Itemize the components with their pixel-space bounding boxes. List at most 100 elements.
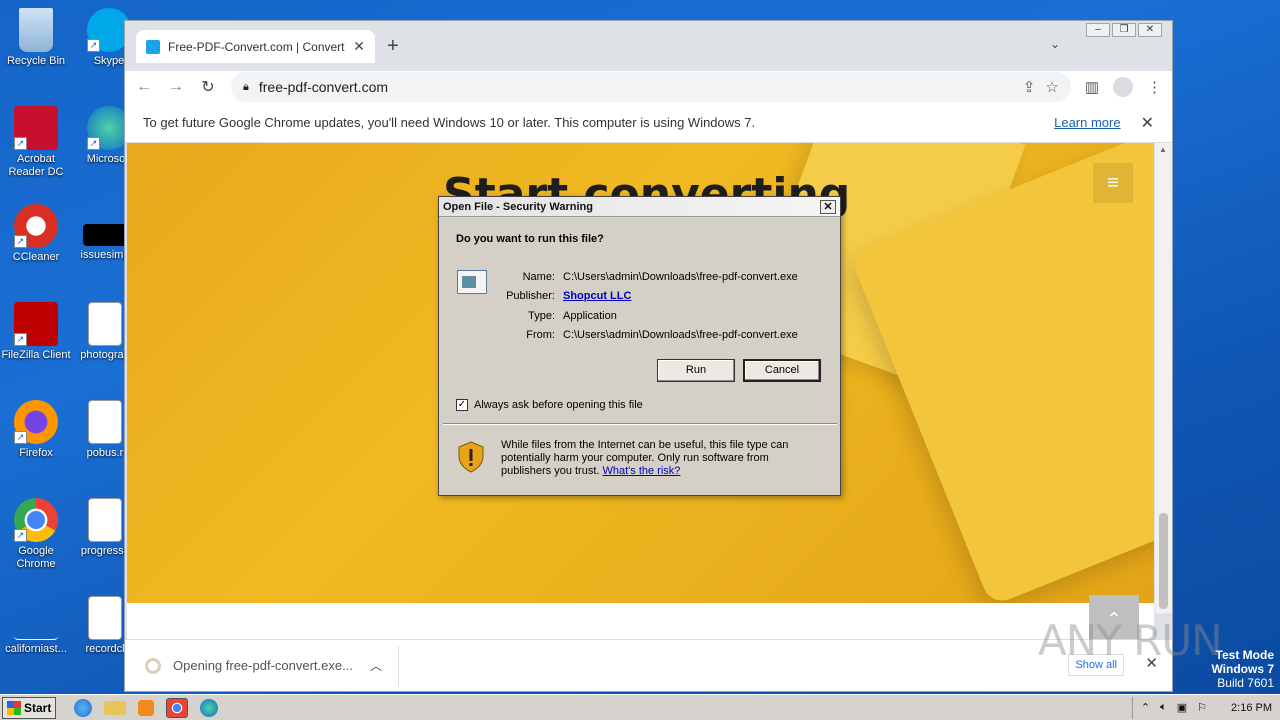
taskbar: Start ⌃ 🔈︎ ▣ ⚐ 2:16 PM	[0, 694, 1280, 720]
site-favicon-icon	[146, 39, 160, 54]
profile-avatar-icon[interactable]	[1113, 77, 1133, 97]
blank-file-icon	[14, 596, 58, 640]
dialog-divider	[443, 423, 837, 425]
desktop-icon-acrobat[interactable]: ↗ Acrobat Reader DC	[1, 106, 71, 179]
network-icon[interactable]: ▣	[1177, 701, 1187, 714]
start-button[interactable]: Start	[2, 696, 57, 719]
tab-title: Free-PDF-Convert.com | Convert hu	[168, 39, 346, 54]
browser-toolbar: ← → ↻ 🔒︎ free-pdf-convert.com ⇪ ☆ ▥ ⋮	[125, 71, 1172, 103]
dialog-close-icon[interactable]: ✕	[820, 199, 836, 214]
scroll-up-icon[interactable]: ▲	[1159, 145, 1167, 154]
action-center-flag-icon[interactable]: ⚐	[1197, 701, 1207, 714]
tab-close-icon[interactable]: ✕	[353, 38, 365, 55]
checkbox-checked-icon[interactable]: ✓	[456, 399, 468, 411]
update-infobar: To get future Google Chrome updates, you…	[125, 103, 1172, 143]
lock-icon: 🔒︎	[243, 80, 249, 93]
desktop-icon-filezilla[interactable]: ↗ FileZilla Client	[1, 302, 71, 362]
warning-text-block: While files from the Internet can be use…	[501, 439, 821, 478]
file-explorer-icon[interactable]	[104, 700, 127, 715]
run-button[interactable]: Run	[657, 359, 735, 382]
windows-flag-icon	[7, 700, 21, 715]
download-item[interactable]: Opening free-pdf-convert.exe... ︿	[145, 645, 399, 686]
file-name-value: C:\Users\admin\Downloads\free-pdf-conver…	[563, 270, 798, 283]
volume-icon[interactable]: 🔈︎	[1160, 701, 1167, 714]
desktop-icon-label: californiast...	[5, 643, 67, 655]
firefox-icon: ↗	[14, 400, 58, 444]
scrollbar-thumb[interactable]	[1159, 513, 1168, 609]
checkbox-label: Always ask before opening this file	[474, 399, 643, 411]
acrobat-icon: ↗	[14, 106, 58, 150]
test-mode-line: Test Mode	[1215, 648, 1274, 662]
desktop-icon-ccleaner[interactable]: ↗ CCleaner	[1, 204, 71, 264]
minimize-icon[interactable]: –	[1086, 23, 1110, 37]
desktop-icon-label: Skype	[93, 55, 125, 67]
test-mode-label: Test Mode Windows 7 Build 7601	[1211, 648, 1274, 690]
tray-expand-icon[interactable]: ⌃	[1141, 701, 1150, 714]
word-doc-icon	[88, 596, 122, 640]
media-player-icon[interactable]	[138, 699, 155, 716]
url-text: free-pdf-convert.com	[258, 79, 389, 95]
tab-strip: Free-PDF-Convert.com | Convert hu ✕ + ⌄ …	[125, 21, 1172, 71]
desktop-icon-label: Google Chrome	[16, 545, 56, 570]
desktop-icon-label: FileZilla Client	[1, 349, 71, 361]
desktop-icon-label: progressc	[80, 545, 130, 557]
new-tab-plus-icon[interactable]: +	[387, 35, 399, 58]
filezilla-icon: ↗	[14, 302, 58, 346]
desktop-icon-label: CCleaner	[12, 251, 60, 263]
page-scrollbar[interactable]: ▲	[1155, 143, 1172, 613]
menu-kebab-icon[interactable]: ⋮	[1147, 78, 1162, 96]
warning-shield-icon	[458, 441, 484, 473]
bookmark-star-icon[interactable]: ☆	[1045, 78, 1058, 96]
desktop-icon-label: Recycle Bin	[6, 55, 66, 67]
share-icon[interactable]: ⇪	[1023, 78, 1036, 96]
blank-app-icon	[83, 224, 127, 246]
window-controls: – ❐ ✕	[1086, 23, 1162, 37]
whats-the-risk-link[interactable]: What's the risk?	[603, 465, 681, 477]
download-item-label: Opening free-pdf-convert.exe...	[173, 658, 353, 673]
publisher-label: Publisher:	[506, 290, 555, 303]
always-ask-checkbox[interactable]: ✓ Always ask before opening this file	[456, 399, 643, 411]
reload-icon[interactable]: ↻	[199, 77, 217, 97]
word-doc-icon	[88, 400, 122, 444]
word-doc-icon	[88, 498, 122, 542]
chevron-up-icon[interactable]: ︿	[370, 657, 382, 674]
desktop-icon-label: issuesimp	[80, 249, 130, 261]
download-progress-icon	[145, 657, 161, 674]
hamburger-menu-icon[interactable]: ≡	[1093, 163, 1133, 203]
clock[interactable]: 2:16 PM	[1231, 702, 1272, 714]
chrome-taskbar-icon[interactable]	[166, 697, 189, 718]
desktop-icon-recycle-bin[interactable]: Recycle Bin	[1, 8, 71, 68]
desktop-icon-label: Firefox	[19, 447, 53, 459]
dialog-title: Open File - Security Warning	[443, 200, 593, 213]
anyrun-watermark: ANY RUN	[1038, 616, 1222, 665]
window-close-icon[interactable]: ✕	[1138, 23, 1162, 37]
maximize-icon[interactable]: ❐	[1112, 23, 1136, 37]
dialog-question: Do you want to run this file?	[456, 233, 604, 245]
from-label: From:	[526, 329, 555, 342]
dialog-titlebar: Open File - Security Warning ✕	[439, 197, 840, 217]
internet-explorer-icon[interactable]	[74, 698, 93, 717]
tab-search-chevron-icon[interactable]: ⌄	[1050, 37, 1060, 51]
address-bar[interactable]: 🔒︎ free-pdf-convert.com ⇪ ☆	[231, 72, 1071, 102]
infobar-close-icon[interactable]: ✕	[1141, 113, 1154, 133]
type-label: Type:	[528, 309, 555, 322]
file-properties: Name: C:\Users\admin\Downloads\free-pdf-c…	[499, 267, 798, 345]
forward-arrow-icon[interactable]: →	[167, 78, 185, 96]
security-warning-dialog: Open File - Security Warning ✕ Do you wa…	[438, 196, 841, 496]
ccleaner-icon: ↗	[14, 204, 58, 248]
side-panel-icon[interactable]: ▥	[1085, 78, 1099, 96]
start-label: Start	[24, 700, 52, 715]
learn-more-link[interactable]: Learn more	[1054, 115, 1120, 130]
cancel-button[interactable]: Cancel	[743, 359, 821, 382]
desktop-icon-firefox[interactable]: ↗ Firefox	[1, 400, 71, 460]
test-mode-build: Build 7601	[1217, 676, 1274, 690]
desktop-icon-label: Acrobat Reader DC	[8, 153, 64, 178]
back-arrow-icon[interactable]: ←	[135, 78, 153, 96]
file-from-value: C:\Users\admin\Downloads\free-pdf-conver…	[563, 329, 798, 342]
desktop-icon-chrome[interactable]: ↗ Google Chrome	[1, 498, 71, 571]
desktop-icon-californiast[interactable]: californiast...	[1, 596, 71, 656]
desktop-icon-label: pobus.r	[86, 447, 124, 459]
edge-taskbar-icon[interactable]	[200, 698, 219, 717]
browser-tab[interactable]: Free-PDF-Convert.com | Convert hu ✕	[136, 30, 375, 63]
publisher-link[interactable]: Shopcut LLC	[563, 290, 631, 302]
